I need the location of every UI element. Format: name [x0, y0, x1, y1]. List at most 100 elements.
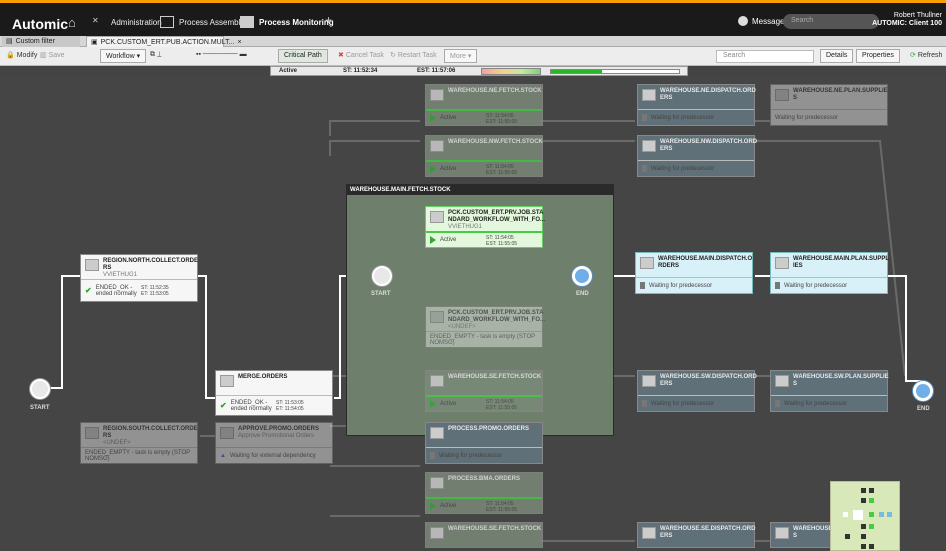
play-icon — [430, 114, 436, 122]
zoom-slider[interactable]: ▪▪ ─────── ▬ — [196, 51, 247, 58]
group-end-label: END — [576, 291, 589, 297]
hourglass-icon — [775, 282, 780, 289]
tab-custom-filter[interactable]: ▤ Custom filter — [2, 36, 80, 47]
add-tab-button[interactable]: + — [325, 13, 332, 27]
home-icon[interactable]: ⌂ — [68, 15, 76, 30]
monitor-icon — [240, 16, 254, 28]
hourglass-icon — [640, 282, 645, 289]
end-label: END — [917, 406, 930, 412]
workflow-icon — [430, 140, 444, 152]
workflow-icon — [642, 89, 656, 101]
job-icon — [430, 311, 444, 323]
workflow-icon — [430, 427, 444, 439]
critical-path-button[interactable]: Critical Path — [278, 49, 328, 63]
external-icon: ▲ — [220, 452, 226, 459]
task-node[interactable]: PCK.CUSTOM_ERT.PRV.JOB.STA NDARD_WORKFLO… — [425, 206, 545, 248]
workflow-icon — [775, 89, 789, 101]
task-node[interactable]: REGION.NORTH.COLLECT.ORDE RS VVIETHUG1 ✔ E… — [80, 254, 198, 302]
task-node[interactable]: WAREHOUSE.SE.FETCH.STOCK Active ST: 11:54… — [425, 370, 543, 412]
workflow-status-bar: Active ST: 11:52:34 EST: 11:57:06 — [270, 66, 688, 76]
save-button[interactable]: ▥ Save — [40, 51, 65, 60]
end-node[interactable] — [913, 381, 933, 401]
task-node[interactable]: PROCESS.PROMO.ORDERS Waiting for predece… — [425, 422, 543, 464]
user-info[interactable]: Robert Thullner AUTOMIC: Client 100 — [872, 12, 942, 28]
job-icon — [85, 427, 99, 439]
properties-button[interactable]: Properties — [856, 49, 900, 63]
play-icon — [430, 165, 436, 173]
group-start-node[interactable] — [372, 266, 392, 286]
view-select[interactable]: Workflow ▾ — [100, 49, 147, 63]
job-icon — [430, 211, 444, 223]
task-node[interactable]: WAREHOUSE.NE.DISPATCH.ORD ERS Waiting fo… — [637, 84, 756, 126]
play-icon — [430, 400, 436, 408]
workflow-icon — [642, 527, 656, 539]
hourglass-icon — [430, 452, 435, 459]
messages-button[interactable]: Messages — [738, 16, 788, 26]
task-node[interactable]: WAREHOUSE.NW.FETCH.STOCK Active ST: 11:54… — [425, 135, 543, 177]
filter-icon: ▤ — [6, 38, 13, 45]
task-node[interactable]: PCK.CUSTOM_ERT.PRV.JOB.STA NDARD_WORKFLO… — [425, 306, 545, 348]
workflow-icon — [430, 89, 444, 101]
tree-icon — [160, 16, 174, 28]
workflow-icon — [775, 375, 789, 387]
workflow-icon — [642, 375, 656, 387]
global-search-input[interactable]: Search — [783, 14, 879, 29]
hourglass-icon — [642, 400, 647, 407]
close-tab-icon[interactable]: × — [237, 37, 241, 48]
progress-bar — [550, 69, 680, 74]
check-icon: ✔ — [220, 401, 227, 410]
task-node[interactable]: WAREHOUSE.SW.PLAN.SUPPLIE S Waiting for … — [770, 370, 889, 412]
task-node[interactable]: WAREHOUSE.NE.PLAN.SUPPLIE S Waiting for … — [770, 84, 888, 126]
group-end-node[interactable] — [572, 266, 592, 286]
status-est-time: EST: 11:57:06 — [417, 68, 456, 74]
task-node[interactable]: APPROVE.PROMO.ORDERS Approve Promotional … — [215, 422, 333, 464]
workflow-icon — [775, 527, 789, 539]
save-icon: ▥ — [40, 52, 47, 59]
job-icon — [85, 259, 99, 271]
task-node[interactable]: WAREHOUSE.SE.DISPATCH.ORD ERS — [637, 522, 755, 548]
toolbar: 🔒 Modify ▥ Save Workflow ▾ ⧉ ⊥ ▪▪ ─────── … — [0, 47, 946, 66]
start-node[interactable] — [30, 379, 50, 399]
status-state: Active — [279, 68, 298, 74]
restart-task-button[interactable]: ↻ Restart Task — [390, 51, 437, 60]
refresh-button[interactable]: ⟳ Refresh — [910, 51, 942, 60]
task-node[interactable]: REGION.SOUTH.COLLECT.ORDE RS <UNDEF> ENDE… — [80, 422, 198, 464]
check-icon: ✔ — [85, 286, 92, 295]
task-node[interactable]: PROCESS.BMA.ORDERS Active ST: 11:54:05 EST… — [425, 472, 543, 514]
modify-button[interactable]: 🔒 Modify — [6, 51, 37, 60]
nav-process-assembly[interactable]: Process Assembly — [160, 16, 244, 28]
tab-workflow[interactable]: ▣ PCK.CUSTOM_ERT.PUB.ACTION.MULT... × — [86, 36, 242, 47]
group-start-label: START — [371, 291, 391, 297]
cancel-task-button[interactable]: ✖ Cancel Task — [338, 51, 384, 60]
nav-administration[interactable]: ✕ Administration — [92, 16, 162, 28]
nav-process-monitoring[interactable]: Process Monitoring — [240, 16, 334, 28]
job-icon — [220, 375, 234, 387]
task-node[interactable]: MERGE.ORDERS ✔ ENDED_OK - ended normally S… — [215, 370, 333, 416]
minimap[interactable] — [830, 481, 900, 551]
task-node[interactable]: WAREHOUSE.SE.FETCH.STOCK — [425, 522, 543, 548]
messages-icon — [738, 16, 748, 26]
workflow-icon — [642, 140, 656, 152]
lock-icon: 🔒 — [6, 52, 15, 59]
task-node[interactable]: WAREHOUSE.NE.FETCH.STOCK Active ST: 11:54… — [425, 84, 543, 126]
subworkflow-title: WAREHOUSE.MAIN.FETCH.STOCK — [347, 185, 613, 195]
details-button[interactable]: Details — [820, 49, 854, 63]
hourglass-icon — [642, 165, 647, 172]
workflow-search-input[interactable]: Search — [716, 50, 814, 63]
workflow-canvas[interactable]: WAREHOUSE.MAIN.FETCH.STOCK START START E… — [0, 76, 946, 551]
task-node[interactable]: WAREHOUSE.NW.DISPATCH.ORD ERS Waiting fo… — [637, 135, 757, 177]
cancel-icon: ✖ — [338, 52, 344, 59]
more-dropdown[interactable]: More ▾ — [444, 49, 478, 63]
start-label: START — [30, 405, 50, 411]
layout-icon[interactable]: ⧉ ⊥ — [150, 51, 161, 59]
task-node[interactable]: WAREHOUSE.MAIN.PLAN.SUPPL IES Waiting fo… — [770, 252, 889, 294]
task-node[interactable]: WAREHOUSE.SW.DISPATCH.ORD ERS Waiting fo… — [637, 370, 757, 412]
workflow-icon — [430, 527, 444, 539]
app-logo[interactable]: Automic — [12, 16, 68, 32]
play-icon — [430, 502, 436, 510]
wrench-icon: ✕ — [92, 16, 99, 25]
workflow-icon — [775, 257, 789, 269]
refresh-icon: ⟳ — [910, 52, 916, 59]
workflow-icon — [430, 375, 444, 387]
task-node[interactable]: WAREHOUSE.MAIN.DISPATCH.O RDERS Waiting … — [635, 252, 753, 294]
